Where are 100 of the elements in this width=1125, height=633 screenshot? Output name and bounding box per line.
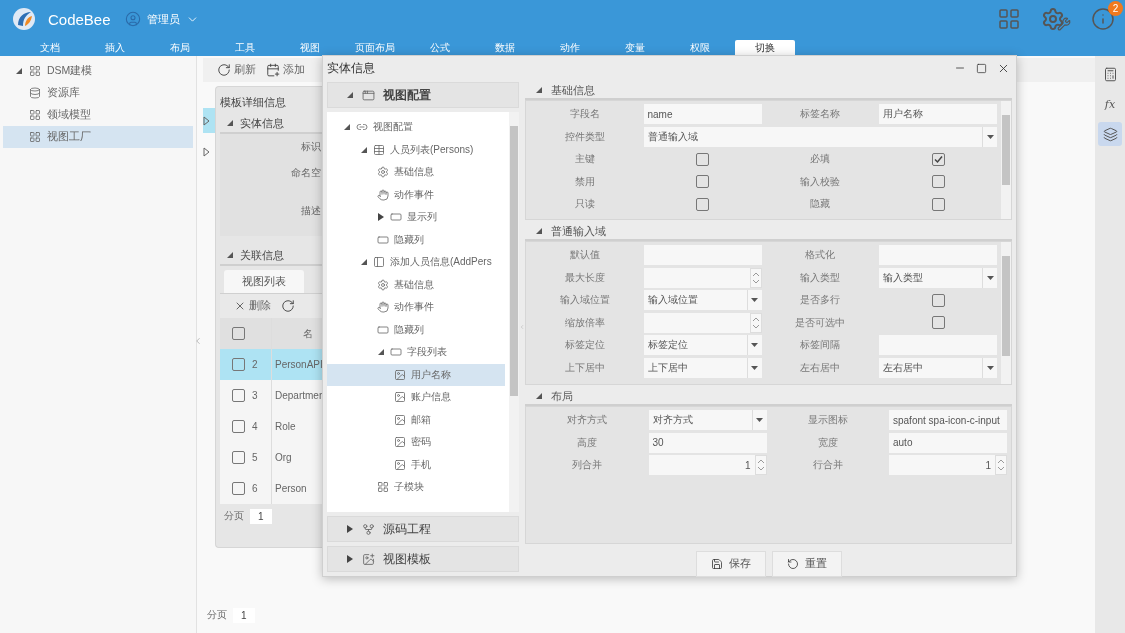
spinner-icon[interactable]	[749, 267, 762, 288]
tree-item[interactable]: 视图工厂	[3, 126, 193, 148]
formula-button[interactable]: fx	[1098, 92, 1122, 116]
list-row[interactable]	[203, 108, 215, 133]
tree-item[interactable]: 显示列	[327, 206, 505, 229]
tree-item[interactable]: 手机	[327, 453, 505, 476]
menu-tab[interactable]: 公式	[410, 40, 470, 56]
save-button[interactable]: 保存	[695, 551, 766, 577]
number-field[interactable]: 1	[889, 455, 1007, 475]
checkbox[interactable]	[931, 293, 945, 307]
triangle-icon[interactable]	[535, 227, 543, 235]
spinner-icon[interactable]	[749, 312, 762, 333]
info-icon[interactable]	[1091, 7, 1115, 31]
select-field[interactable]: 标签定位	[643, 335, 762, 355]
triangle-icon[interactable]	[226, 119, 234, 127]
checkbox[interactable]	[232, 482, 245, 495]
checkbox[interactable]	[232, 451, 245, 464]
tree-item[interactable]: 领域模型	[3, 104, 193, 126]
tree-item[interactable]: 动作事件	[327, 183, 505, 206]
triangle-icon[interactable]	[535, 86, 543, 94]
number-field[interactable]	[643, 267, 762, 288]
menu-tab[interactable]: 动作	[540, 40, 600, 56]
select-field[interactable]: 上下居中	[643, 357, 762, 378]
triangle-icon[interactable]	[360, 145, 368, 154]
spinner-icon[interactable]	[995, 455, 1007, 475]
menu-tab[interactable]: 页面布局	[345, 40, 405, 56]
tree-item[interactable]: 账户信息	[327, 386, 505, 409]
triangle-icon[interactable]	[360, 258, 368, 267]
checkbox[interactable]	[696, 152, 709, 166]
select-field[interactable]: 左右居中	[879, 357, 997, 378]
grid-icon[interactable]	[997, 7, 1021, 31]
triangle-icon[interactable]	[377, 213, 385, 222]
triangle-icon[interactable]	[346, 91, 354, 99]
checkbox[interactable]	[931, 175, 945, 188]
menu-tab[interactable]: 数据	[475, 40, 535, 56]
checkbox[interactable]	[931, 152, 945, 166]
tree-item[interactable]: 隐藏列	[327, 228, 505, 251]
tree-item[interactable]: 字段列表	[327, 341, 505, 364]
scrollbar[interactable]	[509, 112, 519, 512]
checkbox[interactable]	[931, 197, 945, 211]
number-field[interactable]	[643, 312, 762, 333]
checkbox[interactable]	[696, 197, 709, 211]
tree-item[interactable]: 密码	[327, 431, 505, 454]
accordion-header[interactable]: 视图配置	[327, 82, 519, 108]
table-row[interactable]: 5 Org	[220, 442, 325, 473]
menu-tab[interactable]: 切换	[735, 40, 795, 56]
toolbar-button[interactable]: 添加	[266, 63, 305, 77]
accordion-header[interactable]: 视图模板	[327, 546, 519, 572]
scrollbar[interactable]	[1001, 242, 1011, 384]
select-field[interactable]: 普通输入域	[643, 126, 997, 147]
toolbar-button[interactable]: 刷新	[217, 63, 256, 77]
table-row[interactable]: 6 Person	[220, 473, 325, 504]
checkbox[interactable]	[931, 316, 945, 329]
spinner-icon[interactable]	[754, 455, 767, 475]
select-field[interactable]: 对齐方式	[648, 410, 767, 430]
accordion-header[interactable]: 源码工程	[327, 516, 519, 542]
text-field[interactable]: name	[643, 104, 762, 124]
tree-item[interactable]: 动作事件	[327, 296, 505, 319]
tree-item[interactable]: 视图配置	[327, 116, 505, 139]
text-field[interactable]: spafont spa-icon-c-input	[889, 410, 1007, 430]
table-row[interactable]: 3 Departmen	[220, 380, 325, 411]
triangle-icon[interactable]	[343, 123, 351, 132]
reset-button[interactable]: 重置	[771, 551, 842, 577]
text-field[interactable]: 用户名称	[879, 104, 997, 124]
number-field[interactable]: 1	[648, 455, 767, 475]
triangle-icon[interactable]	[346, 555, 354, 563]
menu-tab[interactable]: 权限	[670, 40, 730, 56]
table-row[interactable]: 2 PersonAPI	[220, 349, 325, 380]
triangle-icon[interactable]	[346, 525, 354, 533]
select-field[interactable]: 输入类型	[879, 267, 997, 288]
tree-item[interactable]: 隐藏列	[327, 318, 505, 341]
checkbox[interactable]	[696, 175, 709, 188]
rail-button[interactable]	[1098, 122, 1122, 146]
text-field[interactable]: 30	[648, 432, 767, 453]
tree-item[interactable]: DSM建模	[3, 60, 193, 82]
text-field[interactable]: auto	[889, 432, 1007, 453]
page-number[interactable]: 1	[233, 607, 255, 623]
settings-icon[interactable]	[1041, 7, 1071, 31]
tree-item[interactable]: 基础信息	[327, 273, 505, 296]
tree-item[interactable]: 子模块	[327, 476, 505, 499]
tab[interactable]: 视图列表	[224, 270, 304, 293]
tree-item[interactable]: 基础信息	[327, 161, 505, 184]
checkbox[interactable]	[232, 420, 245, 433]
select-field[interactable]: 输入域位置	[643, 290, 762, 310]
tree-item[interactable]: 人员列表(Persons)	[327, 138, 505, 161]
tree-item[interactable]: 添加人员信息(AddPers	[327, 251, 505, 274]
checkbox[interactable]	[232, 358, 245, 371]
tree-item[interactable]: 资源库	[3, 82, 193, 104]
table-row[interactable]: 4 Role	[220, 411, 325, 442]
scrollbar[interactable]	[1001, 101, 1011, 219]
tree-item[interactable]: 邮箱	[327, 408, 505, 431]
triangle-icon[interactable]	[15, 67, 23, 75]
checkbox[interactable]	[232, 389, 245, 402]
checkbox[interactable]	[232, 327, 245, 340]
delete-button[interactable]: 删除	[234, 299, 271, 313]
tree-item[interactable]: 用户名称	[327, 363, 505, 386]
triangle-icon[interactable]	[377, 348, 385, 357]
page-number[interactable]: 1	[250, 508, 272, 524]
triangle-icon[interactable]	[226, 251, 234, 259]
menu-tab[interactable]: 变量	[605, 40, 665, 56]
